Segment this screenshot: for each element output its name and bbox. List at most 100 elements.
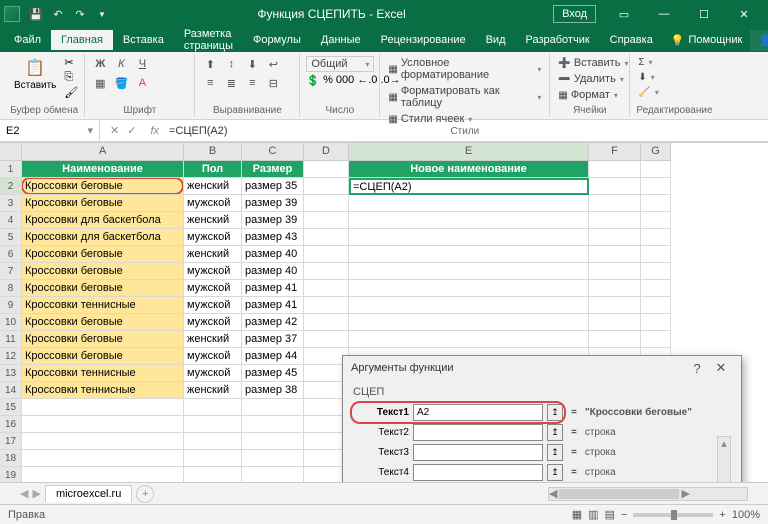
table-cell[interactable]: Кроссовки беговые — [22, 263, 184, 280]
table-cell[interactable]: Кроссовки для баскетбола — [22, 229, 184, 246]
view-page-icon[interactable]: ▥ — [588, 508, 598, 521]
font-controls[interactable]: Ж К Ч ▦ 🪣 A — [91, 56, 171, 91]
tab-file[interactable]: Файл — [4, 30, 51, 50]
italic-icon[interactable]: К — [112, 56, 130, 72]
format-painter-icon[interactable]: 🖌 — [64, 86, 78, 99]
close-button[interactable]: ✕ — [724, 0, 764, 28]
dialog-help-icon[interactable]: ? — [685, 361, 709, 376]
table-cell[interactable]: Кроссовки беговые — [22, 280, 184, 297]
range-picker-icon[interactable]: ↥ — [547, 464, 563, 481]
currency-icon[interactable]: 💲 — [306, 74, 320, 87]
dialog-close-icon[interactable]: ✕ — [709, 360, 733, 376]
redo-icon[interactable]: ↷ — [72, 6, 88, 22]
tell-me[interactable]: 💡Помощник — [663, 30, 751, 51]
underline-icon[interactable]: Ч — [133, 56, 151, 72]
table-cell[interactable]: Кроссовки беговые — [22, 348, 184, 365]
range-picker-icon[interactable]: ↥ — [547, 424, 563, 441]
maximize-button[interactable]: ☐ — [684, 0, 724, 28]
align-right-icon[interactable]: ≡ — [243, 75, 261, 91]
format-cells-button[interactable]: ▦ Формат▾ — [556, 88, 630, 102]
table-cell[interactable]: Кроссовки беговые — [22, 331, 184, 348]
active-cell[interactable]: =СЦЕП(A2) — [349, 178, 589, 195]
wrap-text-icon[interactable]: ↩ — [264, 56, 282, 72]
align-middle-icon[interactable]: ↕ — [222, 56, 240, 72]
tab-page-layout[interactable]: Разметка страницы — [174, 24, 243, 56]
name-box[interactable]: E2▾ — [0, 120, 100, 141]
sheet-nav-prev-icon[interactable]: ◀ — [20, 487, 28, 500]
tab-review[interactable]: Рецензирование — [371, 30, 476, 50]
table-cell[interactable]: Кроссовки беговые — [22, 314, 184, 331]
table-cell[interactable]: Кроссовки беговые — [22, 246, 184, 263]
formula-input[interactable]: =СЦЕП(A2) — [163, 125, 768, 137]
sheet-tab[interactable]: microexcel.ru — [45, 485, 132, 502]
column-header[interactable]: G — [641, 143, 671, 161]
share-button[interactable]: 👤Поделиться — [750, 30, 768, 51]
alignment-controls[interactable]: ⬆ ↕ ⬇ ↩ ≡ ≣ ≡ ⊟ — [201, 56, 293, 91]
save-icon[interactable]: 💾 — [28, 6, 44, 22]
fill-button[interactable]: ⬇▾ — [636, 71, 660, 84]
undo-icon[interactable]: ↶ — [50, 6, 66, 22]
tab-formulas[interactable]: Формулы — [243, 30, 311, 50]
view-break-icon[interactable]: ▤ — [605, 508, 615, 521]
signin-button[interactable]: Вход — [553, 5, 596, 23]
tab-insert[interactable]: Вставка — [113, 30, 174, 50]
sheet-nav-next-icon[interactable]: ▶ — [32, 487, 40, 500]
fill-icon[interactable]: 🪣 — [112, 75, 130, 91]
arg-input[interactable]: A2 — [413, 404, 543, 421]
align-center-icon[interactable]: ≣ — [222, 75, 240, 91]
percent-icon[interactable]: % — [323, 74, 333, 87]
autosum-button[interactable]: Σ▾ — [636, 56, 660, 69]
range-picker-icon[interactable]: ↥ — [547, 444, 563, 461]
column-header[interactable]: C — [242, 143, 304, 161]
zoom-level[interactable]: 100% — [732, 509, 760, 521]
worksheet[interactable]: ABCDEFG1НаименованиеПолРазмерНовое наиме… — [0, 142, 768, 482]
paste-button[interactable]: 📋 Вставить — [10, 56, 60, 93]
column-header[interactable]: D — [304, 143, 349, 161]
comma-icon[interactable]: 000 — [336, 74, 354, 87]
args-scrollbar[interactable]: ▴▾ — [717, 436, 731, 482]
horizontal-scrollbar[interactable]: ◀▶ — [548, 487, 748, 501]
font-color-icon[interactable]: A — [133, 75, 151, 91]
zoom-in-icon[interactable]: + — [719, 509, 725, 521]
fx-icon[interactable]: fx — [146, 125, 163, 137]
tab-data[interactable]: Данные — [311, 30, 371, 50]
tab-developer[interactable]: Разработчик — [516, 30, 600, 50]
qat-dropdown-icon[interactable]: ▼ — [94, 6, 110, 22]
zoom-slider[interactable] — [633, 513, 713, 517]
cut-icon[interactable]: ✂ — [64, 56, 78, 69]
column-header[interactable]: A — [22, 143, 184, 161]
tab-help[interactable]: Справка — [600, 30, 663, 50]
tab-home[interactable]: Главная — [51, 30, 113, 50]
align-top-icon[interactable]: ⬆ — [201, 56, 219, 72]
column-header[interactable]: F — [589, 143, 641, 161]
format-as-table-button[interactable]: ▦ Форматировать как таблицу▾ — [386, 84, 543, 110]
table-cell[interactable]: Кроссовки для баскетбола — [22, 212, 184, 229]
align-left-icon[interactable]: ≡ — [201, 75, 219, 91]
insert-cells-button[interactable]: ➕ Вставить▾ — [556, 56, 630, 70]
number-format-select[interactable]: Общий▾ — [306, 56, 374, 72]
ribbon-options-icon[interactable]: ▭ — [604, 0, 644, 28]
cancel-formula-icon[interactable]: ✕ — [110, 124, 119, 137]
decimal-inc-icon[interactable]: ←.0 — [357, 74, 377, 87]
add-sheet-button[interactable]: + — [136, 485, 154, 503]
arg-input[interactable] — [413, 424, 543, 441]
range-picker-icon[interactable]: ↥ — [547, 404, 563, 421]
view-normal-icon[interactable]: ▦ — [572, 508, 582, 521]
table-cell[interactable]: Кроссовки беговые — [22, 178, 184, 195]
tab-view[interactable]: Вид — [476, 30, 516, 50]
column-header[interactable]: E — [349, 143, 589, 161]
conditional-formatting-button[interactable]: ▦ Условное форматирование▾ — [386, 56, 543, 82]
copy-icon[interactable]: ⎘ — [64, 71, 78, 84]
table-cell[interactable]: Кроссовки теннисные — [22, 365, 184, 382]
zoom-out-icon[interactable]: − — [621, 509, 627, 521]
arg-input[interactable] — [413, 444, 543, 461]
clear-button[interactable]: 🧹▾ — [636, 86, 660, 99]
delete-cells-button[interactable]: ➖ Удалить▾ — [556, 72, 630, 86]
table-cell[interactable]: Кроссовки теннисные — [22, 382, 184, 399]
minimize-button[interactable]: — — [644, 0, 684, 28]
align-bottom-icon[interactable]: ⬇ — [243, 56, 261, 72]
enter-formula-icon[interactable]: ✓ — [127, 124, 136, 137]
table-cell[interactable]: Кроссовки беговые — [22, 195, 184, 212]
arg-input[interactable] — [413, 464, 543, 481]
bold-icon[interactable]: Ж — [91, 56, 109, 72]
